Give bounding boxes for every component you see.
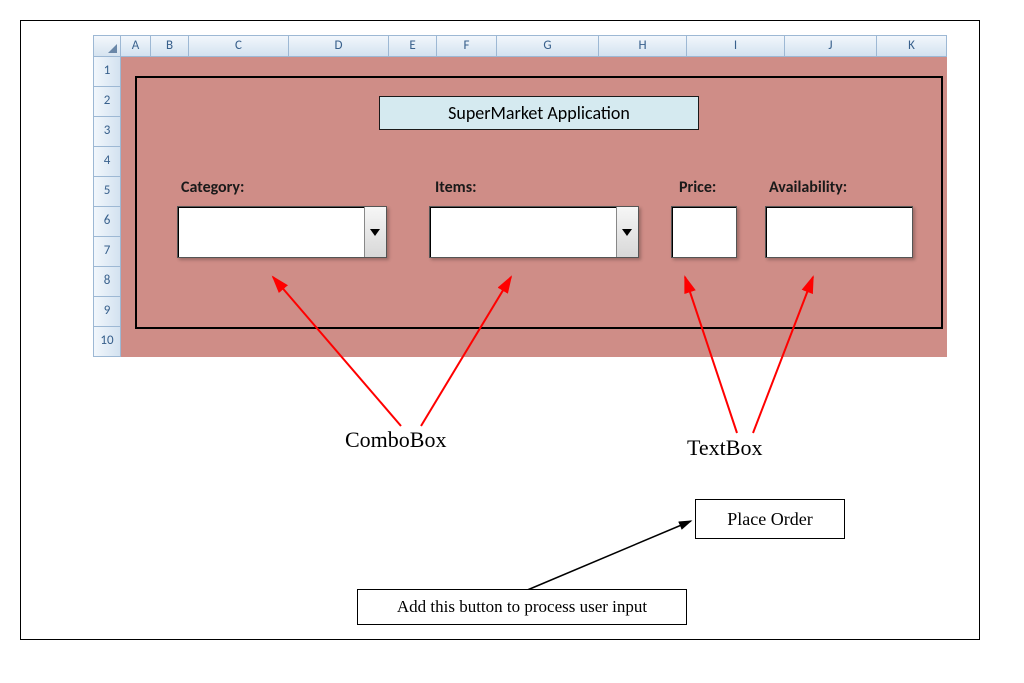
availability-textbox[interactable] xyxy=(765,206,913,258)
instruction-text: Add this button to process user input xyxy=(357,589,687,625)
column-header-row: ABCDEFGHIJK xyxy=(93,35,947,57)
price-textbox[interactable] xyxy=(671,206,737,258)
row-header[interactable]: 9 xyxy=(93,297,121,327)
chevron-down-icon[interactable] xyxy=(364,207,386,257)
label-price: Price: xyxy=(679,178,716,197)
row-header[interactable]: 10 xyxy=(93,327,121,357)
app-title: SuperMarket Application xyxy=(379,96,699,130)
diagram-frame: ABCDEFGHIJK 12345678910 SuperMarket Appl… xyxy=(20,20,980,640)
row-header[interactable]: 8 xyxy=(93,267,121,297)
items-combobox[interactable] xyxy=(429,206,639,258)
row-header[interactable]: 2 xyxy=(93,87,121,117)
column-header[interactable]: F xyxy=(437,35,497,57)
annotation-combobox-label: ComboBox xyxy=(345,427,446,453)
row-header[interactable]: 5 xyxy=(93,177,121,207)
column-header[interactable]: C xyxy=(189,35,289,57)
column-header[interactable]: J xyxy=(785,35,877,57)
row-header[interactable]: 1 xyxy=(93,57,121,87)
column-header[interactable]: G xyxy=(497,35,599,57)
row-header[interactable]: 3 xyxy=(93,117,121,147)
label-items: Items: xyxy=(435,178,476,197)
row-header[interactable]: 4 xyxy=(93,147,121,177)
annotation-textbox-label: TextBox xyxy=(687,435,762,461)
place-order-button[interactable]: Place Order xyxy=(695,499,845,539)
row-header[interactable]: 6 xyxy=(93,207,121,237)
form-panel: SuperMarket Application Category: Items:… xyxy=(135,76,943,329)
label-category: Category: xyxy=(181,178,244,197)
chevron-down-icon[interactable] xyxy=(616,207,638,257)
column-header[interactable]: A xyxy=(121,35,151,57)
column-header[interactable]: E xyxy=(389,35,437,57)
column-header[interactable]: B xyxy=(151,35,189,57)
column-header[interactable]: I xyxy=(687,35,785,57)
spreadsheet: ABCDEFGHIJK 12345678910 SuperMarket Appl… xyxy=(93,35,947,357)
column-header[interactable]: H xyxy=(599,35,687,57)
label-availability: Availability: xyxy=(769,178,847,197)
row-header[interactable]: 7 xyxy=(93,237,121,267)
select-all-corner[interactable] xyxy=(93,35,121,57)
column-header[interactable]: K xyxy=(877,35,947,57)
column-header[interactable]: D xyxy=(289,35,389,57)
category-combobox[interactable] xyxy=(177,206,387,258)
